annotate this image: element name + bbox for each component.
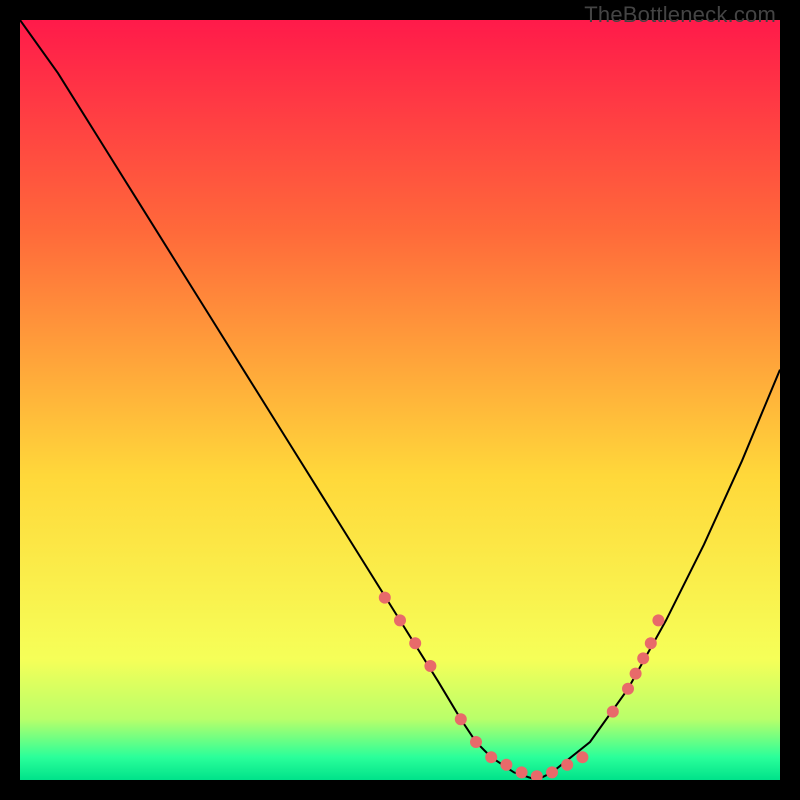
highlight-dot: [394, 614, 406, 626]
highlight-dot: [424, 660, 436, 672]
highlight-dot: [622, 683, 634, 695]
highlight-dot: [645, 637, 657, 649]
watermark-text: TheBottleneck.com: [584, 2, 776, 28]
highlight-dot: [485, 751, 497, 763]
highlight-dot: [607, 706, 619, 718]
highlight-dot: [637, 652, 649, 664]
highlight-dots: [379, 592, 665, 780]
highlight-dot: [409, 637, 421, 649]
bottleneck-curve: [20, 20, 780, 780]
highlight-dot: [500, 759, 512, 771]
highlight-dot: [516, 766, 528, 778]
highlight-dot: [652, 614, 664, 626]
highlight-dot: [455, 713, 467, 725]
curve-layer: [20, 20, 780, 780]
highlight-dot: [470, 736, 482, 748]
highlight-dot: [531, 770, 543, 780]
highlight-dot: [561, 759, 573, 771]
highlight-dot: [546, 766, 558, 778]
highlight-dot: [379, 592, 391, 604]
highlight-dot: [576, 751, 588, 763]
chart-frame: TheBottleneck.com: [0, 0, 800, 800]
highlight-dot: [630, 668, 642, 680]
plot-area: [20, 20, 780, 780]
